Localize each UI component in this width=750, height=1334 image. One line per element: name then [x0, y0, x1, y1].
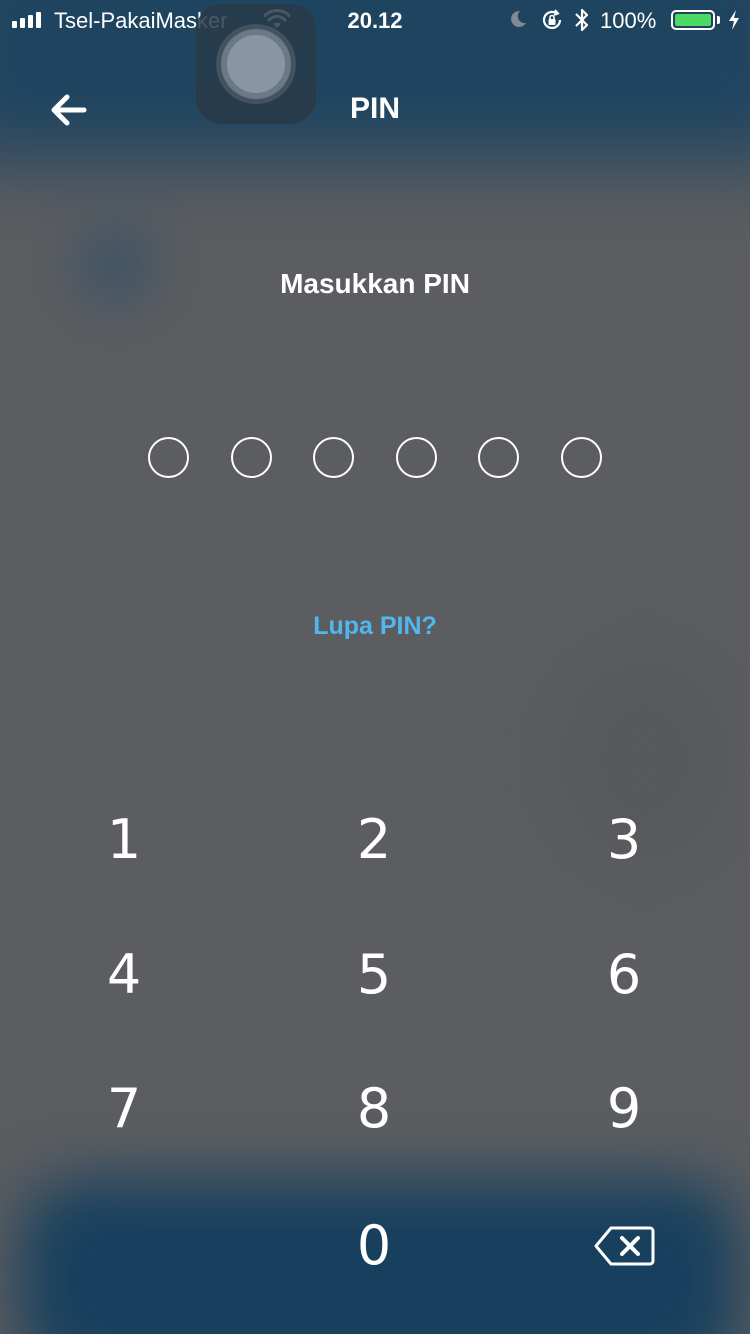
pin-dot — [560, 437, 602, 478]
delete-button[interactable] — [574, 1206, 674, 1286]
keypad-key-8[interactable]: 8 — [294, 1053, 454, 1163]
assistive-touch-core — [227, 35, 285, 93]
forgot-pin-link[interactable]: Lupa PIN? — [275, 612, 475, 641]
pin-indicator — [148, 437, 604, 479]
status-bar: Tsel-PakaiMasker 20.12 100% — [0, 0, 750, 40]
moon-icon — [511, 10, 526, 27]
battery-level-fill — [675, 14, 711, 26]
pin-dot — [395, 437, 437, 478]
battery-icon — [671, 10, 715, 30]
charging-icon — [729, 10, 739, 30]
battery-terminal — [717, 16, 720, 24]
keypad-key-5[interactable]: 5 — [294, 919, 454, 1029]
keypad-key-6[interactable]: 6 — [544, 919, 704, 1029]
keypad-key-9[interactable]: 9 — [544, 1053, 704, 1163]
keypad-key-7[interactable]: 7 — [44, 1053, 204, 1163]
pin-dot — [478, 437, 519, 478]
keypad-key-0[interactable]: 0 — [294, 1190, 454, 1300]
keypad-key-4[interactable]: 4 — [44, 919, 204, 1029]
pin-dot — [230, 437, 272, 478]
rotation-lock-icon — [542, 9, 562, 29]
bluetooth-icon — [575, 8, 589, 32]
keypad-key-3[interactable]: 3 — [544, 784, 704, 894]
pin-dot — [148, 437, 189, 478]
pin-dot — [313, 437, 354, 478]
keypad-key-2[interactable]: 2 — [294, 784, 454, 894]
keypad-key-1[interactable]: 1 — [44, 784, 204, 894]
pin-screen: Tsel-PakaiMasker 20.12 100% PIN Masukkan… — [0, 0, 750, 1334]
battery-percentage: 100% — [600, 8, 657, 33]
backspace-icon — [594, 1226, 655, 1266]
page-title: PIN — [349, 92, 400, 125]
pin-prompt: Masukkan PIN — [280, 268, 470, 299]
